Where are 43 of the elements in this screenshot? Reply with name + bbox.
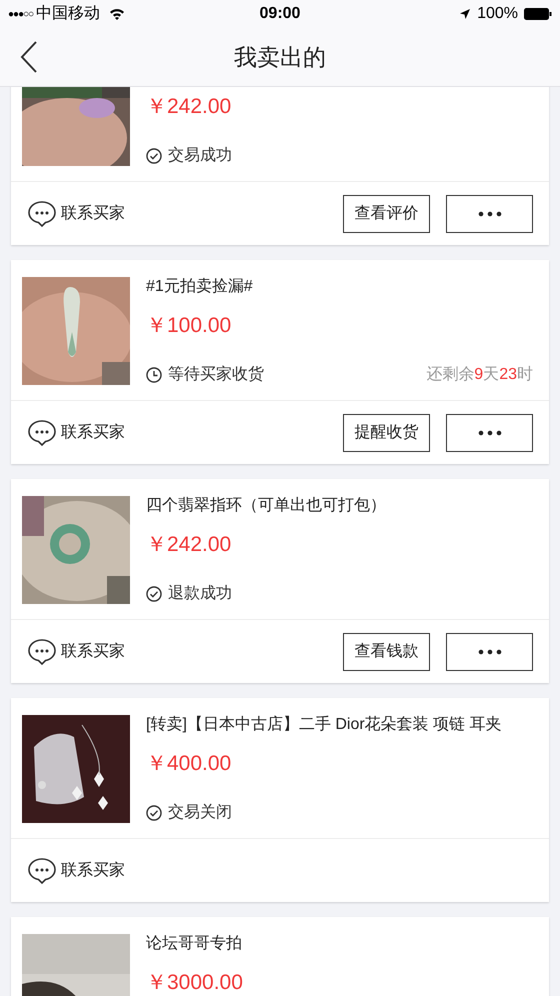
clock-time: 09:00 [260, 4, 300, 24]
contact-buyer-button[interactable]: 联系买家 [27, 418, 125, 446]
contact-buyer-button[interactable]: 联系买家 [27, 200, 125, 228]
item-price: ￥242.00 [146, 533, 232, 557]
item-price: ￥100.00 [146, 314, 232, 338]
more-button[interactable] [446, 194, 533, 232]
order-status: 交易成功 [168, 146, 232, 166]
more-button[interactable] [446, 632, 533, 670]
speech-bubble-icon [27, 856, 57, 884]
action-button[interactable]: 查看评价 [343, 194, 430, 232]
check-circle-icon [146, 148, 162, 164]
action-button[interactable]: 查看钱款 [343, 632, 430, 670]
speech-bubble-icon [27, 418, 57, 446]
speech-bubble-icon [27, 200, 57, 228]
item-price: ￥3000.00 [146, 971, 244, 995]
item-price: ￥242.00 [146, 95, 232, 119]
speech-bubble-icon [27, 638, 57, 666]
wifi-icon [109, 8, 126, 20]
remaining-time: 还剩余9天23时 [426, 365, 533, 385]
signal-strength: ●●●○○ [8, 8, 34, 22]
more-button[interactable] [446, 414, 533, 452]
item-price: ￥400.00 [146, 752, 232, 776]
order-status: 退款成功 [168, 584, 232, 604]
location-arrow-icon [459, 8, 472, 20]
check-circle-icon [146, 586, 162, 602]
battery-percent: 100% [477, 4, 518, 24]
clock-icon [146, 367, 162, 383]
carrier-name: 中国移动 [36, 4, 100, 24]
item-title: 四个翡翠指环（可单出也可打包） [146, 497, 386, 514]
more-icon [478, 210, 502, 216]
order-status: 等待买家收货 [168, 365, 264, 385]
item-title: [转卖]【日本中古店】二手 Dior花朵套装 项链 耳夹 [146, 716, 502, 733]
item-title: #1元拍卖捡漏# [146, 278, 253, 295]
more-icon [478, 430, 502, 436]
battery-icon [524, 8, 552, 20]
item-title: 论坛哥哥专拍 [146, 935, 242, 952]
action-button[interactable]: 提醒收货 [343, 414, 430, 452]
check-circle-icon [146, 805, 162, 821]
contact-buyer-button[interactable]: 联系买家 [27, 638, 125, 666]
more-icon [478, 648, 502, 654]
order-status: 交易关闭 [168, 803, 232, 823]
contact-buyer-button[interactable]: 联系买家 [27, 856, 125, 884]
page-title: 我卖出的 [234, 42, 326, 72]
